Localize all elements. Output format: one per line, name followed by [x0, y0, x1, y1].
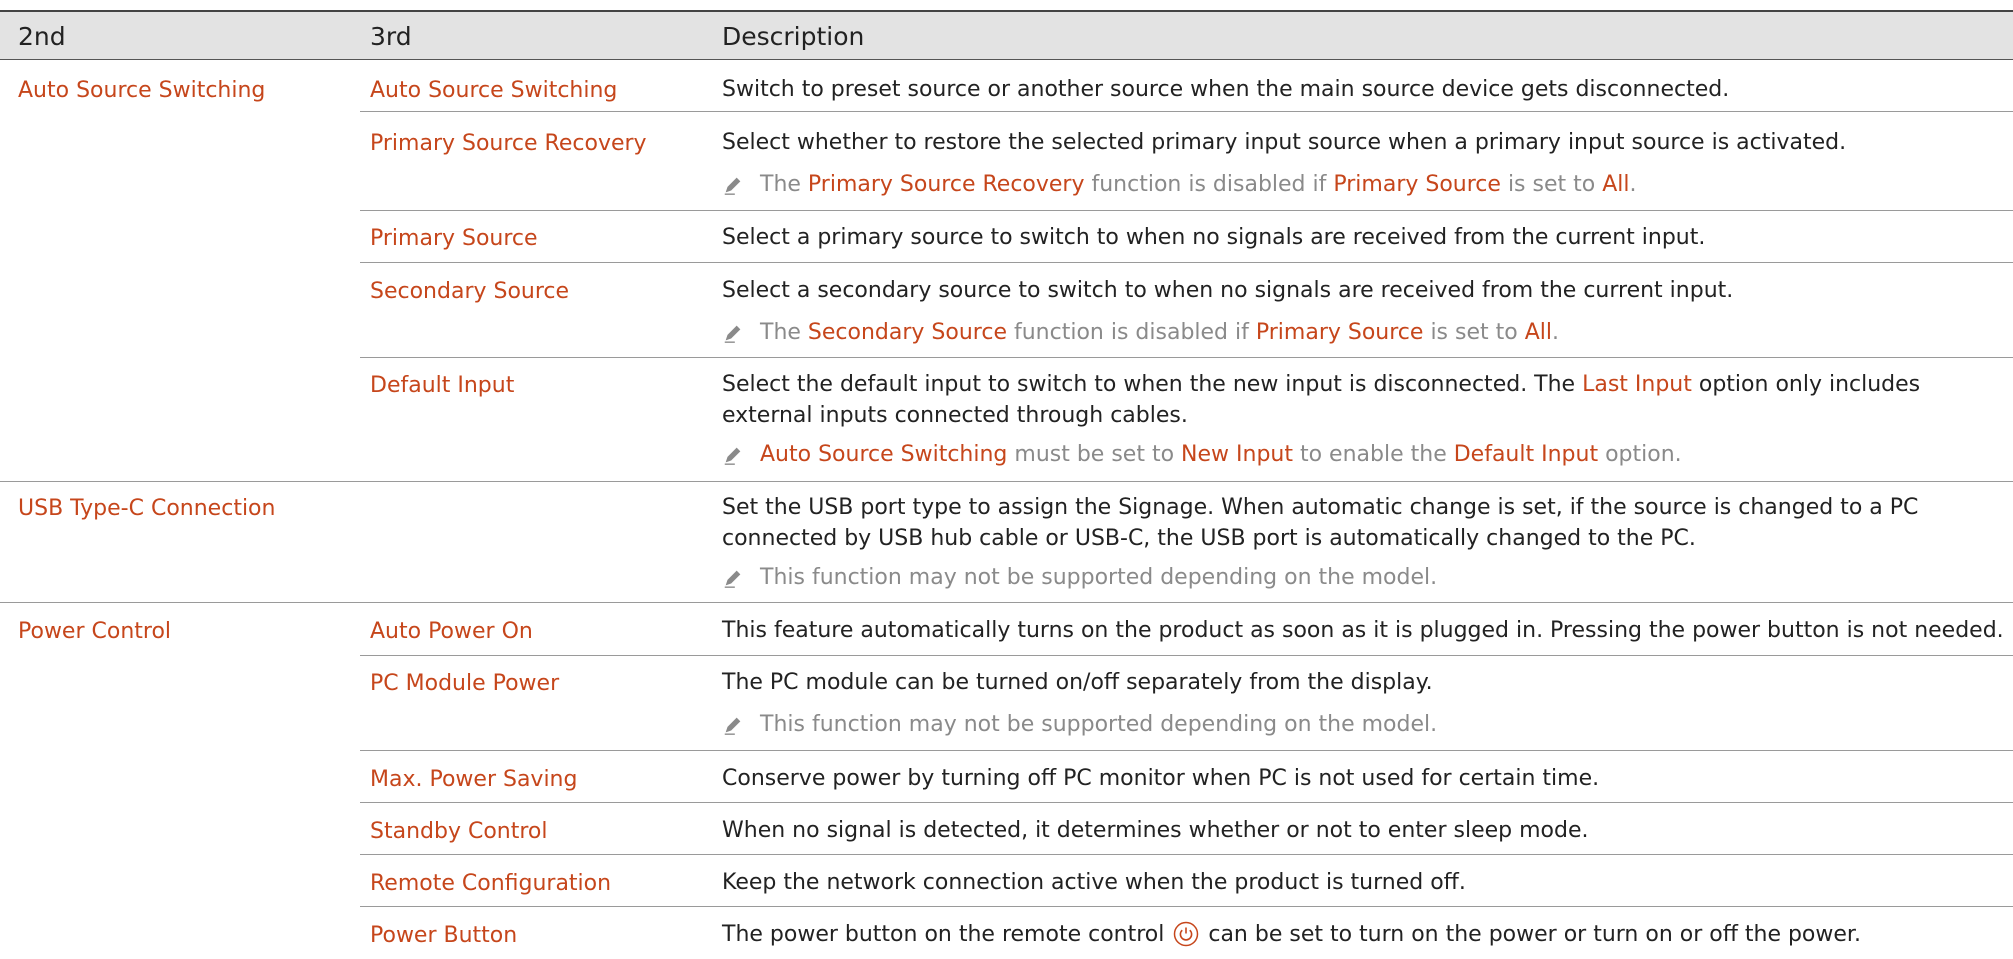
row-divider — [360, 357, 2013, 358]
pencil-icon — [724, 325, 741, 343]
pencil-icon — [724, 717, 741, 735]
row-divider — [360, 906, 2013, 907]
submenu-default-input[interactable]: Default Input — [370, 373, 514, 398]
submenu-secondary-source[interactable]: Secondary Source — [370, 279, 569, 304]
description: The PC module can be turned on/off separ… — [722, 670, 1433, 695]
submenu-pc-module-power[interactable]: PC Module Power — [370, 671, 559, 696]
description: Select whether to restore the selected p… — [722, 130, 1847, 155]
description: Set the USB port type to assign the Sign… — [722, 495, 1919, 551]
submenu-max-power-saving[interactable]: Max. Power Saving — [370, 767, 577, 792]
menu-item-power-control[interactable]: Power Control — [18, 619, 171, 644]
pencil-icon — [724, 177, 741, 195]
header-2nd: 2nd — [18, 22, 66, 51]
description: This feature automatically turns on the … — [722, 618, 2004, 643]
row-divider — [360, 210, 2013, 211]
submenu-power-button[interactable]: Power Button — [370, 923, 517, 948]
header-3rd: 3rd — [370, 22, 412, 51]
row-divider — [360, 262, 2013, 263]
header-description: Description — [722, 22, 865, 51]
description: The power button on the remote control c… — [722, 921, 1861, 947]
row-divider — [360, 111, 2013, 112]
row-divider — [360, 655, 2013, 656]
description: Switch to preset source or another sourc… — [722, 77, 1730, 102]
menu-item-usb-type-c-connection[interactable]: USB Type-C Connection — [18, 496, 275, 521]
description: Select the default input to switch to wh… — [722, 372, 1921, 428]
power-icon — [1174, 921, 1199, 947]
menu-item-auto-source-switching[interactable]: Auto Source Switching — [18, 78, 265, 103]
submenu-primary-source[interactable]: Primary Source — [370, 226, 538, 251]
row-divider — [360, 802, 2013, 803]
description: When no signal is detected, it determine… — [722, 818, 1589, 843]
submenu-auto-source-switching[interactable]: Auto Source Switching — [370, 78, 617, 103]
pencil-icon — [724, 447, 741, 465]
description: Conserve power by turning off PC monitor… — [722, 766, 1600, 791]
row-divider — [360, 854, 2013, 855]
submenu-standby-control[interactable]: Standby Control — [370, 819, 547, 844]
submenu-auto-power-on[interactable]: Auto Power On — [370, 619, 533, 644]
row-divider — [360, 750, 2013, 751]
section-divider — [0, 602, 2013, 603]
description: Select a primary source to switch to whe… — [722, 225, 1706, 250]
section-divider — [0, 481, 2013, 482]
pencil-icon — [724, 570, 741, 588]
description: Select a secondary source to switch to w… — [722, 278, 1734, 303]
description: Keep the network connection active when … — [722, 870, 1466, 895]
table-header: 2nd 3rd Description — [0, 12, 2013, 60]
submenu-primary-source-recovery[interactable]: Primary Source Recovery — [370, 131, 647, 156]
submenu-remote-configuration[interactable]: Remote Configuration — [370, 871, 611, 896]
